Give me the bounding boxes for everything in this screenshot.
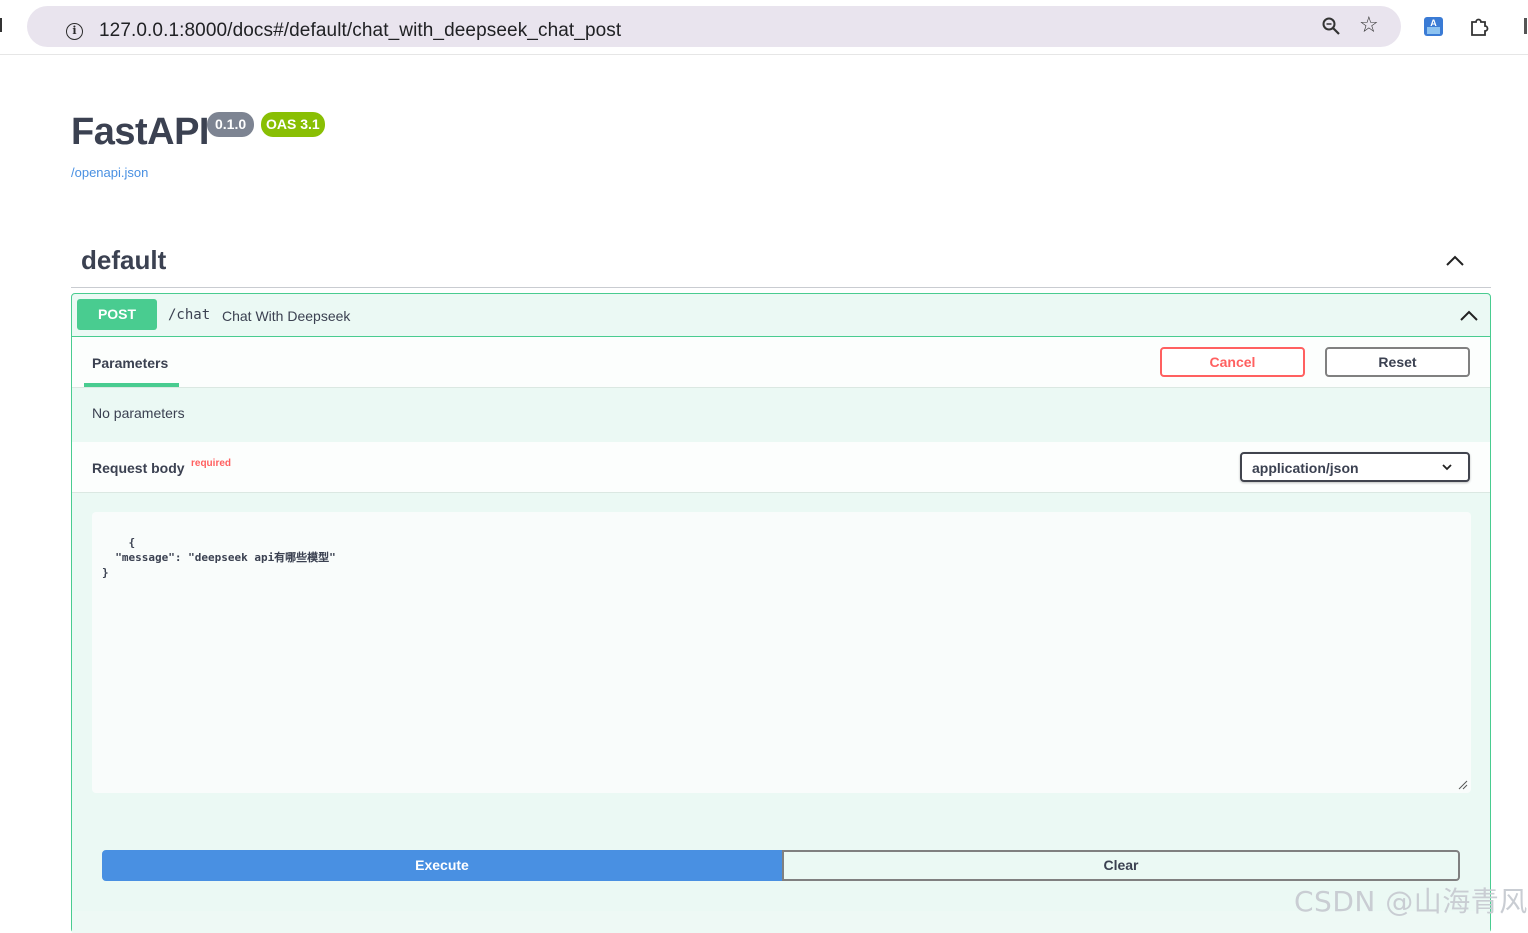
address-bar[interactable]: i 127.0.0.1:8000/docs#/default/chat_with…	[27, 6, 1401, 47]
no-parameters-text: No parameters	[92, 405, 185, 421]
cancel-button[interactable]: Cancel	[1160, 347, 1305, 377]
tab-active-indicator	[84, 383, 179, 387]
browser-toolbar: i 127.0.0.1:8000/docs#/default/chat_with…	[0, 0, 1528, 55]
responses-area	[72, 911, 1490, 933]
content-type-select[interactable]: application/json	[1240, 452, 1470, 482]
operation-summary-text: Chat With Deepseek	[222, 308, 351, 324]
request-body-text: { "message": "deepseek api有哪些模型" }	[102, 536, 336, 579]
operation-block: POST /chat Chat With Deepseek Parameters…	[71, 293, 1491, 933]
resize-handle-icon[interactable]	[1458, 780, 1468, 790]
api-title: FastAPI	[71, 111, 209, 153]
tag-title[interactable]: default	[81, 245, 166, 276]
tab-parameters[interactable]: Parameters	[92, 355, 168, 371]
zoom-icon[interactable]	[1321, 16, 1341, 36]
clear-button[interactable]: Clear	[782, 850, 1460, 881]
url-text[interactable]: 127.0.0.1:8000/docs#/default/chat_with_d…	[99, 20, 621, 42]
request-body-header: Request body required application/json	[72, 442, 1490, 493]
method-badge: POST	[77, 299, 157, 330]
parameters-header: Parameters Cancel Reset	[72, 337, 1490, 388]
star-icon[interactable]: ☆	[1359, 13, 1379, 37]
chevron-up-icon[interactable]	[1458, 305, 1480, 327]
openapi-link[interactable]: /openapi.json	[71, 165, 148, 180]
translate-extension-icon[interactable]: A	[1423, 15, 1444, 37]
reset-button[interactable]: Reset	[1325, 347, 1470, 377]
extensions-icon[interactable]	[1468, 15, 1490, 37]
execute-button[interactable]: Execute	[102, 850, 782, 881]
version-badge: 0.1.0	[207, 112, 255, 137]
watermark: CSDN @山海青风	[1294, 885, 1528, 918]
request-body-editor[interactable]: { "message": "deepseek api有哪些模型" }	[92, 512, 1471, 793]
info-icon[interactable]: i	[66, 23, 83, 40]
oas-badge: OAS 3.1	[261, 112, 325, 137]
chevron-up-icon[interactable]	[1444, 250, 1466, 272]
svg-text:A: A	[1430, 18, 1437, 28]
chevron-down-icon	[1442, 464, 1452, 471]
operation-path: /chat	[168, 307, 211, 323]
request-body-title: Request body	[92, 460, 185, 476]
content-type-value: application/json	[1252, 460, 1359, 476]
window-edge	[1524, 18, 1527, 34]
window-edge	[0, 18, 2, 32]
required-marker: required	[191, 458, 232, 469]
divider	[71, 287, 1491, 288]
operation-summary[interactable]: POST /chat Chat With Deepseek	[72, 294, 1490, 337]
